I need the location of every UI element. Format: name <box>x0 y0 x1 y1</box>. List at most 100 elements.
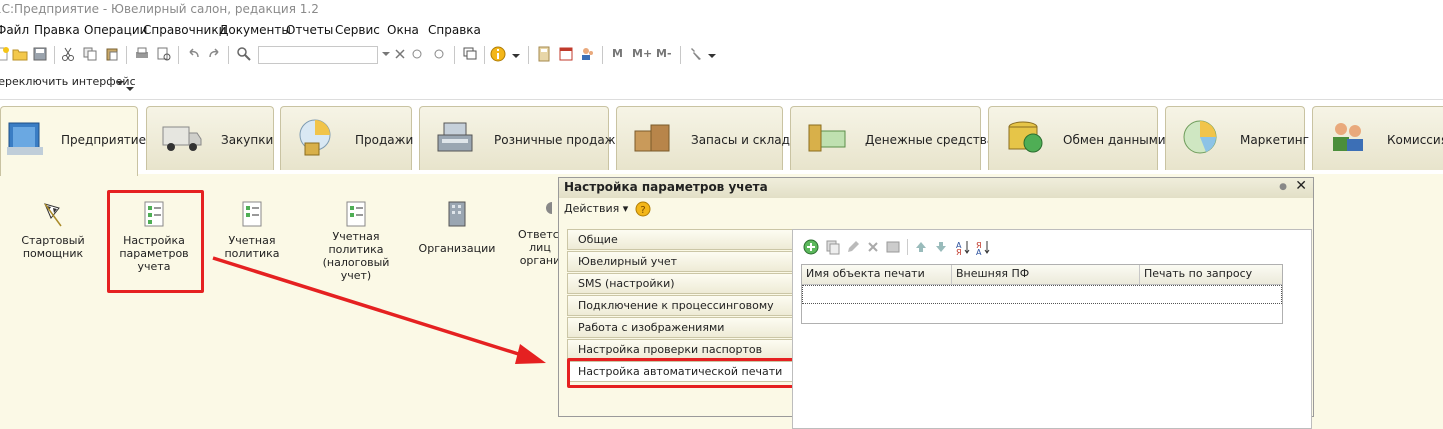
tab-data-exchange[interactable]: Обмен данными <box>988 106 1166 170</box>
windows-icon[interactable] <box>462 46 478 62</box>
column-header-print-object[interactable]: Имя объекта печати <box>802 265 952 284</box>
pin-icon[interactable]: ● <box>1279 178 1287 197</box>
edit-icon[interactable] <box>845 239 861 255</box>
sort-desc-icon[interactable]: ЯА <box>975 239 991 255</box>
tab-sales[interactable]: Продажи <box>280 106 413 170</box>
delete-icon[interactable] <box>865 239 881 255</box>
tab-money[interactable]: Денежные средства <box>790 106 994 170</box>
cmd-start-assistant[interactable]: Стартовый помощник <box>18 200 88 260</box>
column-header-print-on-request[interactable]: Печать по запросу <box>1140 265 1282 284</box>
close-icon[interactable]: ✕ <box>1295 177 1307 196</box>
menu-catalogs[interactable]: Справочники <box>143 23 226 37</box>
sort-asc-icon[interactable]: АЯ <box>955 239 971 255</box>
cmd-label: Учетная политика (налоговый учет) <box>322 230 390 282</box>
actions-menu[interactable]: Действия ▾ <box>564 202 628 215</box>
open-folder-icon[interactable] <box>12 46 28 62</box>
nav-item-processing[interactable]: Подключение к процессинговому центру <box>567 295 793 331</box>
menu-edit[interactable]: Правка <box>34 23 80 37</box>
tab-label: Маркетинг <box>1240 133 1309 147</box>
data-exchange-icon <box>1008 121 1043 153</box>
checklist-icon <box>242 201 262 227</box>
toolbar-separator <box>54 46 55 64</box>
wrench-icon[interactable] <box>688 46 704 62</box>
nav-item-jewelry[interactable]: Ювелирный учет <box>567 251 793 272</box>
section-tabs: Предприятие Закупки Продажи Розничные пр… <box>0 99 1443 176</box>
dialog-actions-bar: Действия ▾ ? <box>559 198 1313 222</box>
money-icon <box>808 124 846 152</box>
redo-icon[interactable] <box>206 46 222 62</box>
nav-item-passports[interactable]: Настройка проверки паспортов <box>567 339 793 360</box>
cmd-responsible-persons[interactable]: Ответст лиц органи <box>518 200 562 273</box>
info-icon[interactable] <box>490 46 506 62</box>
menu-reports[interactable]: Отчеты <box>286 23 333 37</box>
find-next-icon[interactable] <box>410 46 426 62</box>
paste-icon[interactable] <box>104 46 120 62</box>
window-title-text: 1С:Предприятие - Ювелирный салон, редакц… <box>0 2 319 16</box>
cmd-organizations[interactable]: Организации <box>418 200 496 255</box>
calendar-icon[interactable] <box>558 46 574 62</box>
undo-icon[interactable] <box>186 46 202 62</box>
move-down-icon[interactable] <box>933 239 949 255</box>
menu-windows[interactable]: Окна <box>387 23 419 37</box>
chevron-down-icon[interactable] <box>116 79 124 87</box>
nav-item-sms[interactable]: SMS (настройки) <box>567 273 793 294</box>
toolbar-separator <box>228 46 229 64</box>
tab-retail-sales[interactable]: Розничные продажи <box>419 106 623 170</box>
print-preview-icon[interactable] <box>156 46 172 62</box>
new-doc-icon[interactable] <box>0 46 10 62</box>
add-icon[interactable] <box>803 239 819 255</box>
users-icon[interactable] <box>580 46 596 62</box>
search-input[interactable] <box>258 46 378 64</box>
tab-enterprise[interactable]: Предприятие <box>0 106 146 176</box>
dialog-title: Настройка параметров учета ● ✕ <box>559 178 1313 198</box>
tab-commission[interactable]: Комиссия (п <box>1312 106 1443 170</box>
column-header-external-form[interactable]: Внешняя ПФ <box>952 265 1140 284</box>
cmd-label: Учетная политика <box>224 234 280 260</box>
move-up-icon[interactable] <box>913 239 929 255</box>
calculator-icon[interactable] <box>536 46 552 62</box>
help-icon[interactable]: ? <box>635 201 651 217</box>
toolbar-separator <box>680 46 681 64</box>
clear-search-icon[interactable] <box>392 46 408 62</box>
copy-row-icon[interactable] <box>825 239 841 255</box>
svg-text:Я: Я <box>956 248 962 255</box>
toolbar-separator <box>454 46 455 64</box>
menu-operations[interactable]: Операции <box>84 23 147 37</box>
memory-m-button[interactable]: M <box>612 47 623 60</box>
tab-label: Комиссия (п <box>1387 133 1443 147</box>
toolbar-separator <box>178 46 179 64</box>
pie-coins-icon <box>299 119 331 156</box>
nav-item-general[interactable]: Общие <box>567 229 793 250</box>
copy-icon[interactable] <box>82 46 98 62</box>
print-icon[interactable] <box>134 46 150 62</box>
settings-nav: Общие Ювелирный учет SMS (настройки) Под… <box>567 229 793 429</box>
tab-label: Запасы и склад <box>691 133 790 147</box>
memory-minus-button[interactable]: M- <box>656 47 672 60</box>
table-row[interactable] <box>802 285 1282 304</box>
search-icon[interactable] <box>236 46 252 62</box>
menu-service[interactable]: Сервис <box>335 23 380 37</box>
table-icon[interactable] <box>885 239 901 255</box>
chevron-down-icon[interactable] <box>126 85 134 93</box>
svg-text:А: А <box>976 248 982 255</box>
memory-plus-button[interactable]: M+ <box>632 47 652 60</box>
menu-help[interactable]: Справка <box>428 23 481 37</box>
menu-file[interactable]: Файл <box>0 23 29 37</box>
cmd-label: Ответст лиц органи <box>518 228 562 267</box>
find-prev-icon[interactable] <box>430 46 446 62</box>
chevron-down-icon[interactable] <box>704 46 720 62</box>
enterprise-building-icon <box>7 122 43 155</box>
tab-inventory[interactable]: Запасы и склад <box>616 106 790 170</box>
tab-marketing[interactable]: Маркетинг <box>1165 106 1309 170</box>
toolbar-separator <box>484 46 485 64</box>
chevron-down-icon[interactable] <box>508 46 524 62</box>
cmd-accounting-policy[interactable]: Учетная политика <box>220 200 284 260</box>
save-icon[interactable] <box>32 46 48 62</box>
nav-item-images[interactable]: Работа с изображениями <box>567 317 793 338</box>
cut-icon[interactable] <box>60 46 76 62</box>
marketing-pie-icon <box>1183 120 1217 154</box>
menu-documents[interactable]: Документы <box>219 23 291 37</box>
cmd-tax-accounting-policy[interactable]: Учетная политика (налоговый учет) <box>320 200 392 282</box>
tab-purchases[interactable]: Закупки <box>146 106 274 170</box>
highlight-box <box>107 190 204 293</box>
